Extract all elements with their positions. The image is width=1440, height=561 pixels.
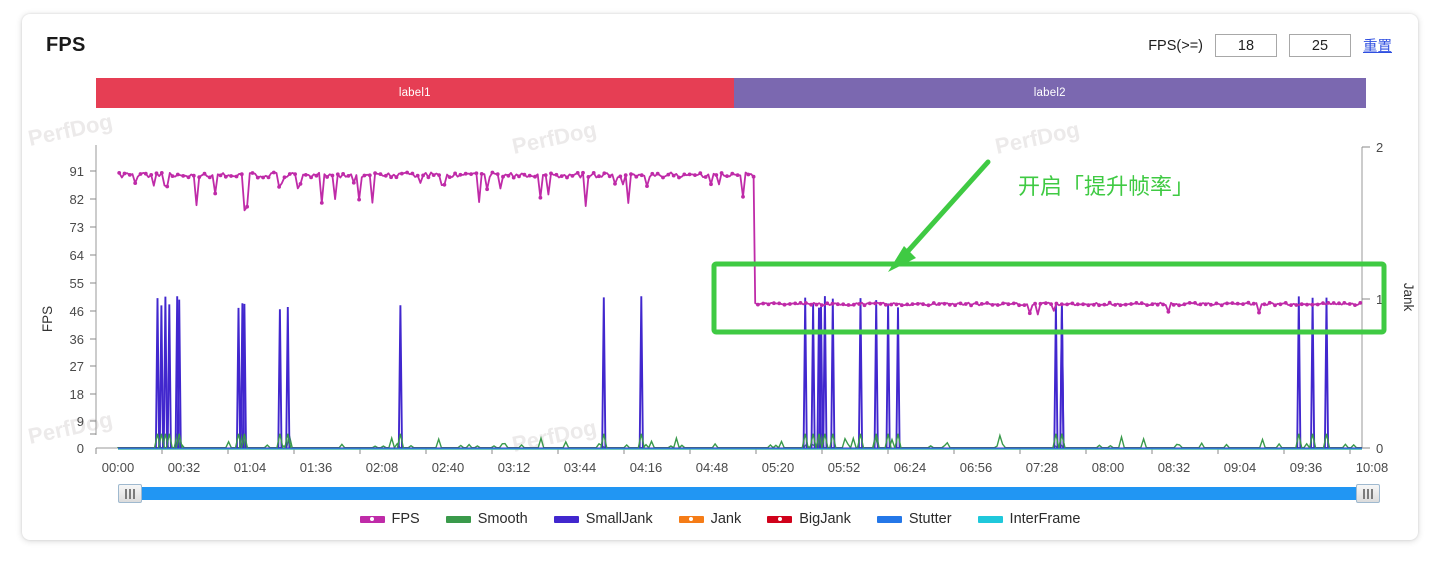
x-tick-label: 06:24 [894, 460, 927, 475]
legend-marker-icon [553, 515, 579, 523]
legend-label: Jank [710, 511, 742, 527]
watermark-text: PerfDog [26, 109, 115, 151]
y-tick-27: 27 [70, 359, 84, 374]
legend-item-jank[interactable]: Jank [678, 511, 742, 527]
chart-datazoom-slider[interactable] [118, 484, 1380, 503]
series-smooth [117, 432, 1362, 450]
y-tick-18: 18 [70, 387, 84, 402]
legend-marker-icon [767, 515, 793, 523]
datazoom-selected-range[interactable] [130, 487, 1368, 500]
legend-item-stutter[interactable]: Stutter [876, 511, 952, 527]
watermark-text: PerfDog [993, 117, 1082, 159]
datazoom-handle-right[interactable] [1356, 484, 1380, 503]
legend-item-fps[interactable]: FPS [359, 511, 420, 527]
y-tick-36: 36 [70, 332, 84, 347]
x-tick-label: 00:32 [168, 460, 201, 475]
y-tick-64: 64 [70, 248, 84, 263]
legend-label: FPS [391, 511, 420, 527]
y-axis-left-title: FPS [40, 306, 55, 332]
y2-tick-0: 0 [1376, 441, 1383, 456]
y-tick-82: 82 [70, 192, 84, 207]
legend-marker-icon [876, 515, 902, 523]
x-tick-label: 04:48 [696, 460, 729, 475]
y-tick-55: 55 [70, 276, 84, 291]
legend-marker-icon [678, 515, 704, 523]
legend-marker-dot-icon [688, 516, 695, 522]
legend-marker-dot-icon [369, 516, 376, 522]
watermark-text: PerfDog [510, 117, 599, 159]
x-tick-label: 08:32 [1158, 460, 1191, 475]
series-layer [117, 170, 1363, 450]
x-axis: 00:00 00:32 01:04 01:36 02:08 02:40 03:12 03:44… [95, 447, 1389, 475]
x-tick-label: 01:04 [234, 460, 267, 475]
x-tick-label: 05:52 [828, 460, 861, 475]
x-tick-label: 03:44 [564, 460, 597, 475]
x-tick-label: 00:00 [102, 460, 135, 475]
legend-item-smalljank[interactable]: SmallJank [553, 511, 653, 527]
fps-chart-svg: PerfDog PerfDog PerfDog PerfDog PerfDog [26, 109, 1416, 475]
legend-marker-icon [977, 515, 1003, 523]
legend-label: Stutter [908, 511, 952, 527]
watermark-text: PerfDog [510, 415, 599, 457]
legend-label: BigJank [799, 511, 851, 527]
x-tick-label: 02:40 [432, 460, 465, 475]
legend-item-bigjank[interactable]: BigJank [767, 511, 851, 527]
chart-area: PerfDog PerfDog PerfDog PerfDog PerfDog [22, 14, 1418, 540]
watermark-text: PerfDog [26, 407, 115, 449]
y-tick-0: 0 [77, 441, 84, 456]
y-axis-left: 91 82 73 64 55 46 36 27 18 9 0 FPS [40, 145, 97, 456]
y-tick-91: 91 [70, 164, 84, 179]
y-tick-46: 46 [70, 304, 84, 319]
x-tick-label: 02:08 [366, 460, 399, 475]
y-axis-right: 2 1 0 Jank [1361, 140, 1416, 456]
y2-tick-2: 2 [1376, 140, 1383, 155]
legend-item-interframe[interactable]: InterFrame [977, 511, 1081, 527]
x-tick-label: 05:20 [762, 460, 795, 475]
legend-marker-icon [359, 515, 385, 523]
x-tick-label: 08:00 [1092, 460, 1125, 475]
legend-label: Smooth [477, 511, 528, 527]
screenshot-root: FPS FPS(>=) 重置 label1 label2 PerfDog Per… [0, 0, 1440, 561]
legend-label: SmallJank [585, 511, 653, 527]
watermark-group: PerfDog PerfDog PerfDog PerfDog PerfDog [26, 109, 1082, 457]
legend-label: InterFrame [1009, 511, 1081, 527]
x-tick-label: 10:08 [1356, 460, 1389, 475]
fps-chart-card: FPS FPS(>=) 重置 label1 label2 PerfDog Per… [22, 14, 1418, 540]
x-tick-label: 09:36 [1290, 460, 1323, 475]
y-axis-right-title: Jank [1401, 283, 1416, 312]
legend-marker-dot-icon [776, 516, 783, 522]
x-tick-label: 06:56 [960, 460, 993, 475]
chart-legend: FPS Smooth SmallJank Jank BigJank Stutter Inte… [22, 511, 1418, 527]
x-tick-label: 07:28 [1026, 460, 1059, 475]
annotation-arrow [888, 159, 991, 272]
datazoom-handle-left[interactable] [118, 484, 142, 503]
legend-item-smooth[interactable]: Smooth [445, 511, 528, 527]
y-tick-73: 73 [70, 220, 84, 235]
x-tick-label: 04:16 [630, 460, 663, 475]
highlight-rectangle [711, 261, 1387, 335]
legend-marker-icon [445, 515, 471, 523]
x-tick-label: 09:04 [1224, 460, 1257, 475]
annotation-text: 开启「提升帧率」 [1018, 174, 1195, 199]
x-tick-label: 03:12 [498, 460, 531, 475]
y-tick-9: 9 [77, 414, 84, 429]
series-smalljank [118, 296, 1362, 449]
x-tick-label: 01:36 [300, 460, 333, 475]
